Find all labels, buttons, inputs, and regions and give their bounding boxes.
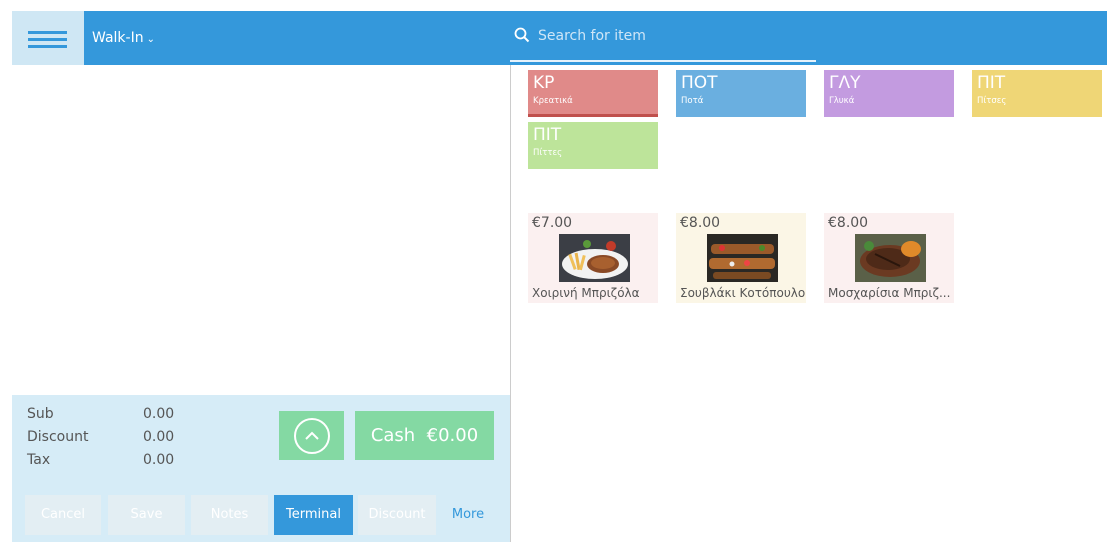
category-name: Γλυκά <box>829 96 855 106</box>
category-code: ΚΡ <box>533 73 555 93</box>
category-tile[interactable]: ΠΙΤ Πίττες <box>528 122 658 169</box>
category-code: ΠΙΤ <box>977 73 1006 93</box>
order-lines-area <box>12 65 510 395</box>
search-icon <box>514 27 530 43</box>
subtotal-value: 0.00 <box>143 406 175 422</box>
chevron-up-icon <box>294 418 330 454</box>
subtotal-label: Sub <box>27 406 54 422</box>
item-price: €8.00 <box>828 215 869 231</box>
category-name: Ποτά <box>681 96 704 106</box>
expand-up-button[interactable] <box>279 411 344 460</box>
beef-steak-image <box>855 234 926 282</box>
menu-icon-bar <box>28 38 67 41</box>
top-strip <box>0 0 1107 11</box>
item-name: Μοσχαρίσια Μπριζ... <box>828 286 951 300</box>
cash-pay-button[interactable]: Cash €0.00 <box>355 411 494 460</box>
category-name: Κρεατικά <box>533 96 573 106</box>
order-type-dropdown[interactable]: Walk-In ⌄ <box>92 30 155 46</box>
menu-item-tile[interactable]: €7.00 Χοιρινή Μπριζόλα <box>528 213 658 303</box>
category-tile[interactable]: ΚΡ Κρεατικά <box>528 70 658 117</box>
terminal-button[interactable]: Terminal <box>274 495 353 535</box>
pork-chop-plate-image <box>559 234 630 282</box>
category-tile[interactable]: ΠΙΤ Πίτσες <box>972 70 1102 117</box>
menu-item-tile[interactable]: €8.00 Μοσχαρίσια Μπριζ... <box>824 213 954 303</box>
order-type-label: Walk-In <box>92 30 144 46</box>
chevron-down-icon: ⌄ <box>146 34 155 45</box>
cash-label: Cash <box>370 425 416 446</box>
category-name: Πίτσες <box>977 96 1007 106</box>
menu-item-tile[interactable]: €8.00 Σουβλάκι Κοτόπουλο <box>676 213 806 303</box>
category-code: ΓΛΥ <box>829 73 861 93</box>
item-name: Σουβλάκι Κοτόπουλο <box>680 286 806 300</box>
category-name: Πίττες <box>533 148 563 158</box>
more-button[interactable]: More <box>442 495 494 535</box>
menu-icon <box>28 31 67 34</box>
tax-value: 0.00 <box>143 452 175 468</box>
item-name: Χοιρινή Μπριζόλα <box>532 286 640 300</box>
hamburger-menu-button[interactable] <box>12 11 84 65</box>
search-input[interactable] <box>536 24 810 48</box>
tax-label: Tax <box>27 452 51 468</box>
notes-button[interactable]: Notes <box>191 495 268 535</box>
category-tile[interactable]: ΠΟΤ Ποτά <box>676 70 806 117</box>
item-price: €7.00 <box>532 215 573 231</box>
discount-button[interactable]: Discount <box>358 495 436 535</box>
category-code: ΠΟΤ <box>681 73 718 93</box>
menu-icon-bar <box>28 45 67 48</box>
search-box[interactable] <box>510 16 816 62</box>
discount-label: Discount <box>27 429 89 445</box>
category-selected-underline <box>528 114 658 117</box>
panel-divider <box>510 65 511 542</box>
save-button[interactable]: Save <box>108 495 185 535</box>
category-code: ΠΙΤ <box>533 125 562 145</box>
chicken-souvlaki-image <box>707 234 778 282</box>
item-price: €8.00 <box>680 215 721 231</box>
cash-amount: €0.00 <box>426 425 479 446</box>
discount-value: 0.00 <box>143 429 175 445</box>
category-tile[interactable]: ΓΛΥ Γλυκά <box>824 70 954 117</box>
cancel-button[interactable]: Cancel <box>25 495 101 535</box>
